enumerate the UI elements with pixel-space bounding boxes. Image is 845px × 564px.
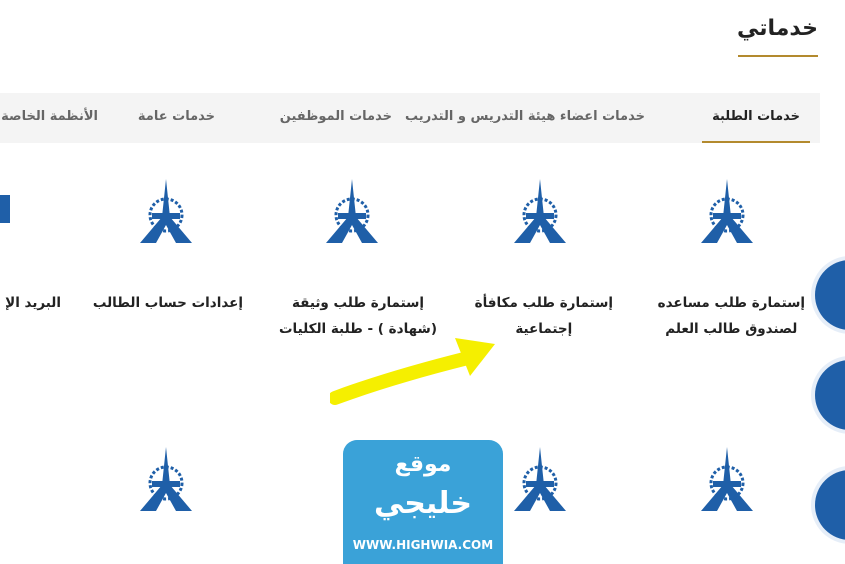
watermark-main: خليجي: [373, 486, 473, 521]
partial-service-icon: [0, 195, 10, 223]
tab-faculty-services[interactable]: خدمات اعضاء هيئة التدريس و التدريب: [405, 93, 645, 141]
service-caption[interactable]: إستمارة طلب مساعده لصندوق طالب العلم: [658, 290, 805, 342]
floating-action-button[interactable]: [815, 470, 845, 540]
watermark-top: موقع: [394, 452, 452, 477]
paaet-logo-icon[interactable]: [510, 177, 570, 247]
floating-action-button[interactable]: [815, 260, 845, 330]
paaet-logo-icon[interactable]: [322, 177, 382, 247]
tab-special-systems[interactable]: الأنظمة الخاصة بالم: [0, 93, 98, 141]
yellow-arrow-icon: [330, 338, 495, 405]
service-tabs: خدمات الطلبة خدمات اعضاء هيئة التدريس و …: [0, 93, 820, 143]
tab-employee-services[interactable]: خدمات الموظفين: [280, 93, 392, 141]
watermark-badge: موقع خليجي WWW.HIGHWIA.COM: [343, 440, 503, 564]
title-underline: [738, 55, 818, 57]
tab-general-services[interactable]: خدمات عامة: [138, 93, 215, 141]
service-caption[interactable]: إعدادات حساب الطالب: [93, 290, 243, 316]
paaet-logo-icon[interactable]: [136, 177, 196, 247]
paaet-logo-icon[interactable]: [136, 445, 196, 515]
service-caption[interactable]: البريد الإ: [5, 290, 61, 316]
paaet-logo-icon[interactable]: [510, 445, 570, 515]
floating-action-button[interactable]: [815, 360, 845, 430]
tab-student-services[interactable]: خدمات الطلبة: [702, 93, 810, 143]
page-title: خدماتي: [737, 16, 818, 41]
watermark-url: WWW.HIGHWIA.COM: [352, 538, 494, 552]
paaet-logo-icon[interactable]: [697, 177, 757, 247]
paaet-logo-icon[interactable]: [697, 445, 757, 515]
